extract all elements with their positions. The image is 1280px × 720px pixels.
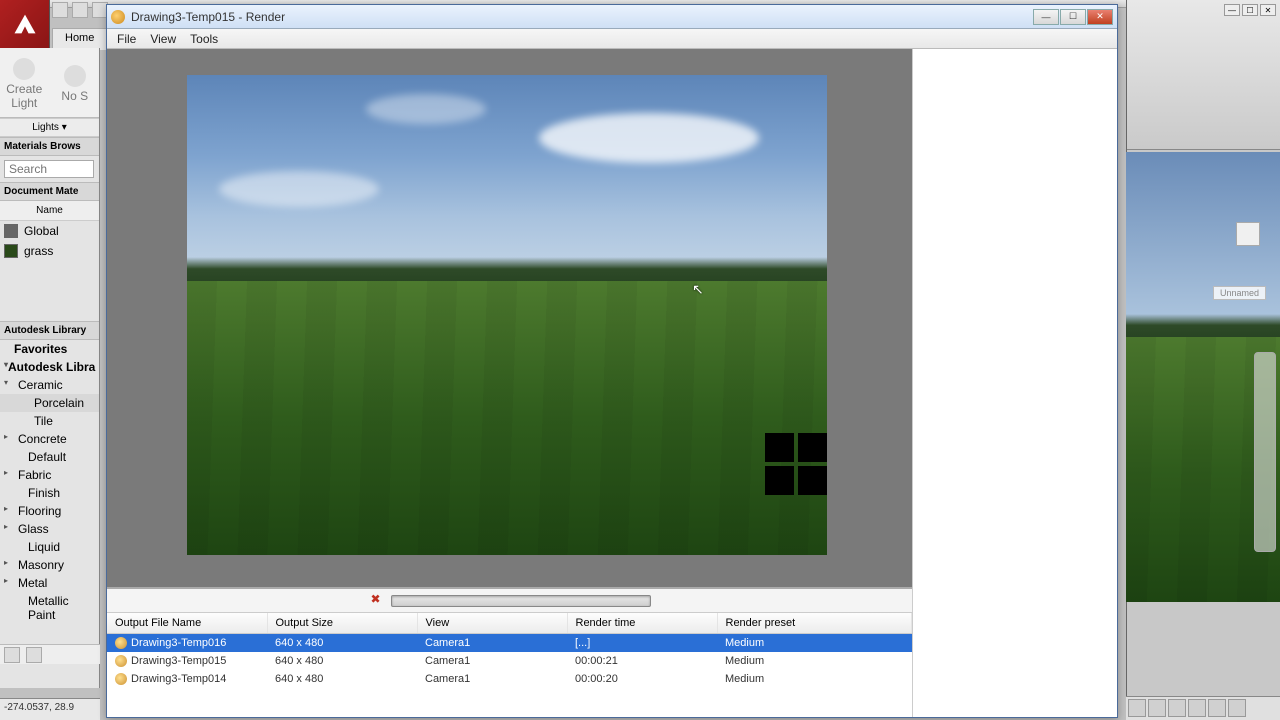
view-label[interactable]: Unnamed bbox=[1213, 286, 1266, 300]
tree-fabric[interactable]: Fabric bbox=[0, 466, 99, 484]
tree-autodesk-library[interactable]: Autodesk Libra bbox=[0, 358, 99, 376]
menu-tools[interactable]: Tools bbox=[190, 32, 218, 46]
render-window-title: Drawing3-Temp015 - Render bbox=[131, 10, 1033, 24]
render-canvas[interactable]: ↖ bbox=[107, 49, 912, 587]
material-swatch-icon bbox=[4, 224, 18, 238]
footer-button[interactable] bbox=[26, 647, 42, 663]
navigation-bar[interactable] bbox=[1254, 352, 1276, 552]
app-logo[interactable] bbox=[0, 0, 50, 48]
history-row[interactable]: Drawing3-Temp015640 x 480Camera100:00:21… bbox=[107, 652, 912, 670]
material-swatch-icon bbox=[4, 244, 18, 258]
render-icon bbox=[115, 655, 127, 667]
materials-browser-title: Materials Brows bbox=[0, 137, 99, 156]
cursor-icon: ↖ bbox=[692, 281, 704, 298]
grass-field bbox=[187, 281, 827, 555]
viewport-header: — ☐ ✕ bbox=[1127, 0, 1280, 150]
viewport-canvas[interactable]: Unnamed bbox=[1126, 152, 1280, 602]
create-light-button[interactable]: Create Light bbox=[3, 56, 45, 110]
menu-file[interactable]: File bbox=[117, 32, 136, 46]
maximize-button[interactable]: ☐ bbox=[1242, 4, 1258, 16]
status-button[interactable] bbox=[1128, 699, 1146, 717]
coordinate-readout: -274.0537, 28.9 bbox=[0, 698, 100, 720]
col-output-size[interactable]: Output Size bbox=[267, 613, 417, 634]
status-bar bbox=[1126, 696, 1280, 720]
lights-panel: Create Light No S bbox=[0, 48, 99, 118]
render-window-titlebar[interactable]: Drawing3-Temp015 - Render — ☐ ✕ bbox=[107, 5, 1117, 29]
viewcube[interactable] bbox=[1236, 222, 1260, 246]
rendered-image: ↖ bbox=[187, 75, 827, 555]
render-progress-row bbox=[107, 589, 912, 613]
quick-access-toolbar bbox=[52, 2, 108, 22]
left-panel: Create Light No S Lights ▾ Materials Bro… bbox=[0, 48, 100, 688]
name-column-header[interactable]: Name bbox=[0, 201, 99, 221]
status-button[interactable] bbox=[1208, 699, 1226, 717]
col-view[interactable]: View bbox=[417, 613, 567, 634]
status-button[interactable] bbox=[1168, 699, 1186, 717]
history-row[interactable]: Drawing3-Temp014640 x 480Camera100:00:20… bbox=[107, 670, 912, 688]
render-window: Drawing3-Temp015 - Render — ☐ ✕ File Vie… bbox=[106, 4, 1118, 718]
tree-concrete[interactable]: Concrete bbox=[0, 430, 99, 448]
render-menu-bar: File View Tools bbox=[107, 29, 1117, 49]
render-icon bbox=[115, 673, 127, 685]
sun-icon bbox=[64, 65, 86, 87]
tree-metal[interactable]: Metal bbox=[0, 574, 99, 592]
library-tree: Favorites Autodesk Libra Ceramic Porcela… bbox=[0, 340, 99, 624]
tree-glass[interactable]: Glass bbox=[0, 520, 99, 538]
tree-metallic-paint[interactable]: Metallic Paint bbox=[0, 592, 99, 624]
ribbon-tab-home[interactable]: Home bbox=[52, 28, 107, 50]
history-row[interactable]: Drawing3-Temp016640 x 480Camera1[...]Med… bbox=[107, 634, 912, 653]
status-button[interactable] bbox=[1148, 699, 1166, 717]
document-materials-title: Document Mate bbox=[0, 182, 99, 201]
cloud bbox=[219, 171, 379, 207]
footer-button[interactable] bbox=[4, 647, 20, 663]
render-history-pane: Output File Name Output Size View Render… bbox=[107, 587, 912, 717]
tree-tile[interactable]: Tile bbox=[0, 412, 99, 430]
panel-footer bbox=[0, 644, 100, 664]
no-sun-button[interactable]: No S bbox=[54, 63, 96, 103]
render-bucket-overlay bbox=[765, 433, 827, 495]
col-render-time[interactable]: Render time bbox=[567, 613, 717, 634]
render-icon bbox=[115, 637, 127, 649]
tree-ceramic[interactable]: Ceramic bbox=[0, 376, 99, 394]
close-button[interactable]: ✕ bbox=[1087, 9, 1113, 25]
cancel-render-button[interactable] bbox=[369, 593, 385, 609]
tree-masonry[interactable]: Masonry bbox=[0, 556, 99, 574]
lights-dropdown[interactable]: Lights ▾ bbox=[0, 118, 99, 137]
material-name: Global bbox=[24, 224, 59, 238]
minimize-button[interactable]: — bbox=[1033, 9, 1059, 25]
render-info-panel bbox=[912, 49, 1117, 717]
minimize-button[interactable]: — bbox=[1224, 4, 1240, 16]
status-button[interactable] bbox=[1228, 699, 1246, 717]
col-output-file[interactable]: Output File Name bbox=[107, 613, 267, 634]
qat-button[interactable] bbox=[72, 2, 88, 18]
tree-porcelain[interactable]: Porcelain bbox=[0, 394, 99, 412]
material-row-grass[interactable]: grass bbox=[0, 241, 99, 261]
render-history-table[interactable]: Output File Name Output Size View Render… bbox=[107, 613, 912, 717]
tree-flooring[interactable]: Flooring bbox=[0, 502, 99, 520]
tree-finish[interactable]: Finish bbox=[0, 484, 99, 502]
render-icon bbox=[111, 10, 125, 24]
menu-view[interactable]: View bbox=[150, 32, 176, 46]
tree-favorites[interactable]: Favorites bbox=[0, 340, 99, 358]
close-button[interactable]: ✕ bbox=[1260, 4, 1276, 16]
status-button[interactable] bbox=[1188, 699, 1206, 717]
material-row-global[interactable]: Global bbox=[0, 221, 99, 241]
maximize-button[interactable]: ☐ bbox=[1060, 9, 1086, 25]
col-render-preset[interactable]: Render preset bbox=[717, 613, 912, 634]
search-input[interactable] bbox=[4, 160, 94, 178]
progress-bar bbox=[391, 595, 651, 607]
qat-button[interactable] bbox=[52, 2, 68, 18]
lightbulb-icon bbox=[13, 58, 35, 80]
tree-default[interactable]: Default bbox=[0, 448, 99, 466]
autodesk-library-title: Autodesk Library bbox=[0, 321, 99, 340]
material-name: grass bbox=[24, 244, 53, 258]
tree-liquid[interactable]: Liquid bbox=[0, 538, 99, 556]
secondary-viewport: — ☐ ✕ Unnamed bbox=[1126, 0, 1280, 720]
